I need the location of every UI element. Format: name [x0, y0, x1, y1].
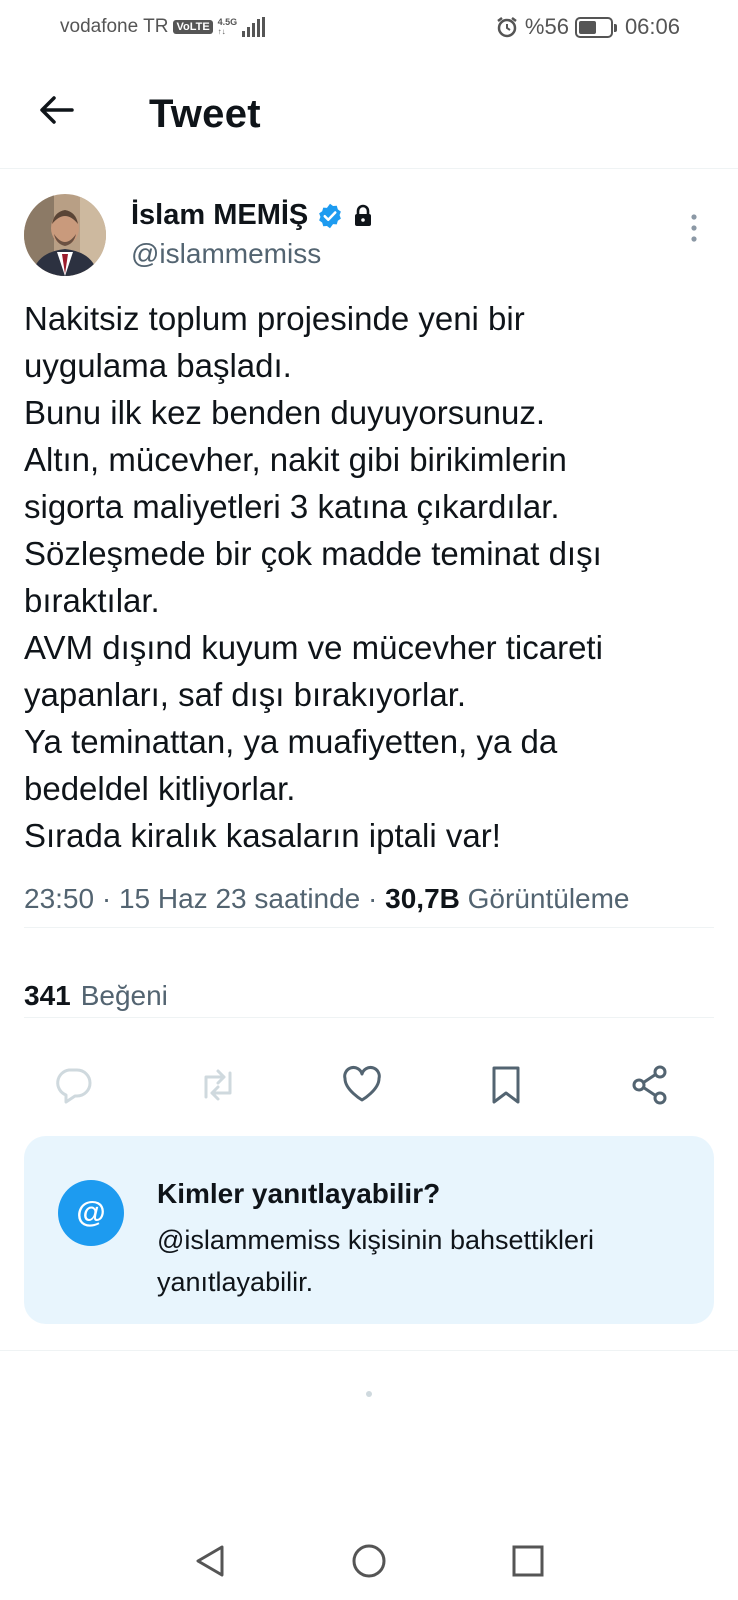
- likes-label: Beğeni: [80, 980, 168, 1011]
- loading-indicator: [366, 1391, 372, 1397]
- tweet-text-line: AVM dışınd kuyum ve mücevher ticareti: [24, 629, 603, 666]
- retweet-icon[interactable]: [196, 1063, 240, 1107]
- divider: [24, 927, 714, 928]
- nav-back-icon[interactable]: [190, 1541, 230, 1581]
- arrow-left-icon[interactable]: [34, 88, 78, 132]
- tweet-text-line: Altın, mücevher, nakit gibi birikimlerin: [24, 441, 567, 478]
- nav-recents-icon[interactable]: [508, 1541, 548, 1581]
- page-title: Tweet: [149, 92, 261, 136]
- likes-row[interactable]: 341 Beğeni: [24, 980, 168, 1012]
- at-sign-icon: @: [58, 1180, 124, 1246]
- signal-icon: [242, 17, 266, 37]
- tweet-meta: 23:50 · 15 Haz 23 saatinde · 30,7B Görün…: [24, 883, 630, 914]
- status-left: vodafone TR VoLTE 4.5G ↑↓: [60, 16, 266, 38]
- views-count: 30,7B: [385, 883, 460, 914]
- divider: [0, 1350, 738, 1351]
- network-label: 4.5G: [217, 17, 238, 27]
- more-vertical-icon[interactable]: [684, 212, 704, 244]
- tweet-text-line: yapanları, saf dışı bırakıyorlar.: [24, 676, 467, 713]
- tweet-date[interactable]: 15 Haz 23 saatinde: [119, 883, 360, 914]
- reply-icon[interactable]: [51, 1063, 95, 1107]
- lock-icon: [355, 204, 372, 226]
- bookmark-icon[interactable]: [484, 1063, 528, 1107]
- avatar-image: [24, 194, 106, 276]
- likes-count: 341: [24, 980, 71, 1011]
- tweet-text-line: uygulama başladı.: [24, 347, 292, 384]
- battery-level: [578, 20, 596, 34]
- tweet-text-line: Sırada kiralık kasaların iptali var!: [24, 817, 501, 854]
- battery-percent: %56: [524, 14, 569, 39]
- battery-icon: [574, 16, 617, 38]
- nav-home-icon[interactable]: [349, 1541, 389, 1581]
- author-name[interactable]: İslam MEMİŞ: [131, 199, 308, 232]
- views-label: Görüntüleme: [467, 883, 630, 914]
- tweet-text-line: Ya teminattan, ya muafiyetten, ya da: [24, 723, 558, 760]
- status-right: %56 06:06: [495, 14, 680, 40]
- alarm-icon: [497, 17, 517, 38]
- tweet-text-line: bedeldel kitliyorlar.: [24, 770, 296, 807]
- heart-icon[interactable]: [340, 1063, 384, 1107]
- network-type: 4.5G ↑↓: [217, 17, 238, 37]
- tweet-text-line: bıraktılar.: [24, 582, 160, 619]
- tweet-text-line: sigorta maliyetleri 3 katına çıkardılar.: [24, 488, 560, 525]
- author-handle[interactable]: @islammemiss: [131, 238, 321, 270]
- tweet-time[interactable]: 23:50: [24, 883, 94, 914]
- volte-badge: VoLTE: [173, 20, 213, 34]
- tweet-text-line: Nakitsiz toplum projesinde yeni bir: [24, 300, 525, 337]
- status-bar: vodafone TR VoLTE 4.5G ↑↓ %56 06:06: [0, 0, 738, 56]
- carrier-name: vodafone TR: [60, 16, 169, 37]
- tweet-text-line: Sözleşmede bir çok madde teminat dışı: [24, 535, 602, 572]
- verified-badge-icon: [319, 203, 342, 228]
- app-header: Tweet: [0, 56, 738, 169]
- tweet-text-line: Bunu ilk kez benden duyuyorsunuz.: [24, 394, 546, 431]
- divider: [24, 1017, 714, 1018]
- share-icon[interactable]: [628, 1063, 672, 1107]
- system-nav-bar: [0, 1525, 738, 1600]
- reply-restriction-card: @ Kimler yanıtlayabilir? @islammemiss ki…: [24, 1136, 714, 1324]
- tweet-text: Nakitsiz toplum projesinde yeni bir uygu…: [24, 295, 714, 859]
- reply-restriction-description: @islammemiss kişisinin bahsettikleri yan…: [157, 1225, 595, 1297]
- avatar[interactable]: [24, 194, 106, 276]
- reply-restriction-title: Kimler yanıtlayabilir?: [157, 1178, 441, 1209]
- clock: 06:06: [624, 14, 680, 39]
- author-name-row[interactable]: İslam MEMİŞ: [131, 199, 374, 232]
